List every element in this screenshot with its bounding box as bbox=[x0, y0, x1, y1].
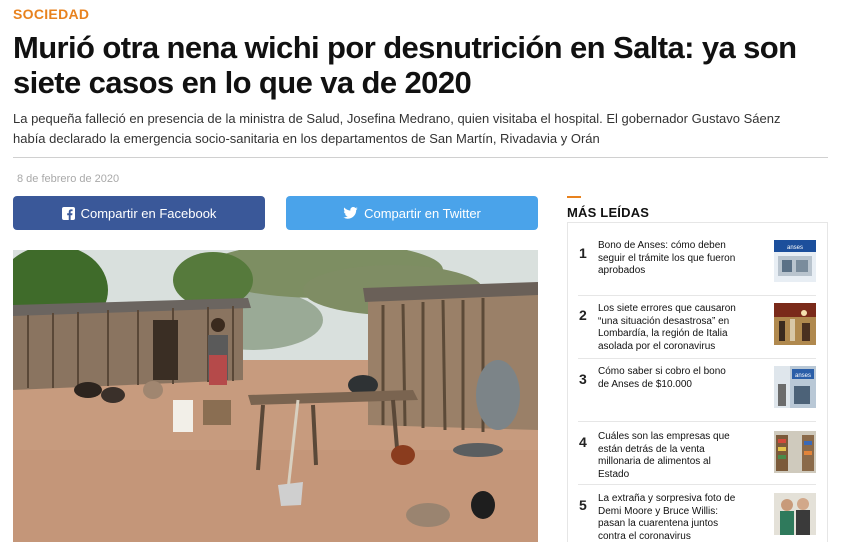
article-photo bbox=[13, 250, 538, 542]
item-title[interactable]: Bono de Anses: cómo deben seguir el trám… bbox=[598, 240, 736, 278]
item-divider bbox=[578, 484, 816, 485]
item-thumbnail[interactable]: anses bbox=[774, 366, 816, 408]
item-thumbnail[interactable] bbox=[774, 303, 816, 345]
item-title[interactable]: La extraña y sorpresiva foto de Demi Moo… bbox=[598, 493, 736, 543]
item-number: 5 bbox=[579, 497, 587, 513]
item-number: 2 bbox=[579, 307, 587, 323]
publish-date: 8 de febrero de 2020 bbox=[17, 173, 120, 185]
item-title[interactable]: Los siete errores que causaron “una situ… bbox=[598, 303, 736, 353]
item-thumbnail[interactable] bbox=[774, 493, 816, 535]
item-thumbnail[interactable]: anses bbox=[774, 240, 816, 282]
most-read-list: 1 Bono de Anses: cómo deben seguir el tr… bbox=[567, 222, 828, 542]
item-title[interactable]: Cuáles son las empresas que están detrás… bbox=[598, 431, 736, 481]
item-divider bbox=[578, 421, 816, 422]
item-number: 3 bbox=[579, 371, 587, 387]
share-facebook-button[interactable]: Compartir en Facebook bbox=[13, 196, 265, 230]
svg-text:anses: anses bbox=[787, 245, 803, 251]
article-headline: Murió otra nena wichi por desnutrición e… bbox=[13, 30, 797, 100]
section-label[interactable]: SOCIEDAD bbox=[13, 6, 89, 22]
most-read-title: MÁS LEÍDAS bbox=[567, 205, 650, 220]
share-facebook-label: Compartir en Facebook bbox=[80, 205, 217, 221]
item-divider bbox=[578, 358, 816, 359]
share-twitter-label: Compartir en Twitter bbox=[364, 205, 481, 221]
divider bbox=[13, 157, 828, 158]
item-divider bbox=[578, 295, 816, 296]
twitter-icon bbox=[343, 207, 358, 219]
item-title[interactable]: Cómo saber si cobro el bono de Anses de … bbox=[598, 366, 736, 391]
item-thumbnail[interactable] bbox=[774, 431, 816, 473]
item-number: 4 bbox=[579, 434, 587, 450]
svg-text:anses: anses bbox=[795, 373, 811, 379]
share-twitter-button[interactable]: Compartir en Twitter bbox=[286, 196, 538, 230]
article-summary: La pequeña falleció en presencia de la m… bbox=[13, 111, 781, 146]
facebook-icon bbox=[61, 206, 75, 220]
section-accent-bar bbox=[567, 196, 581, 198]
item-number: 1 bbox=[579, 245, 587, 261]
